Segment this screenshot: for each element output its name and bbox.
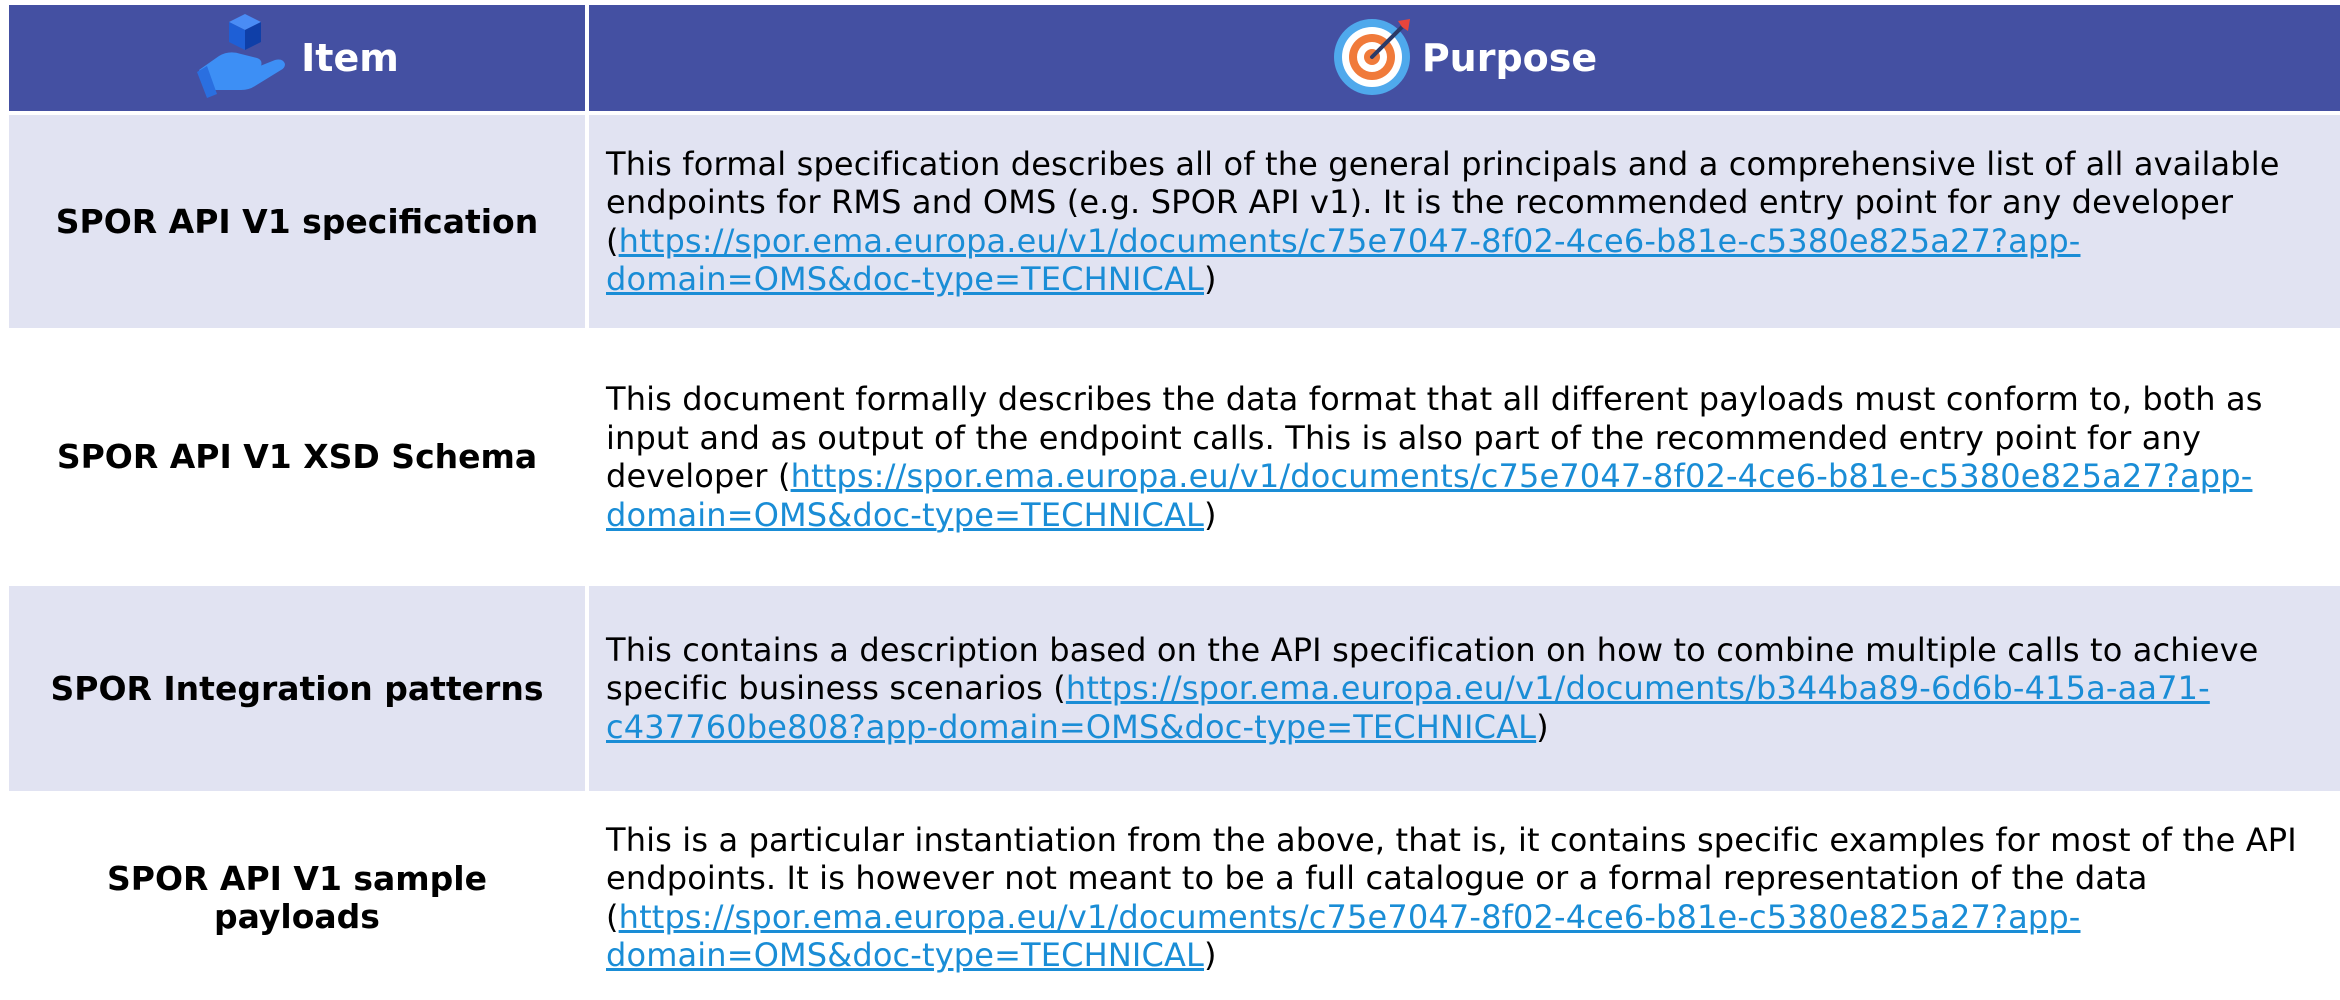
column-divider	[585, 332, 589, 582]
link-close-paren: )	[1204, 260, 1217, 298]
purpose-text: This formal specification describes all …	[606, 145, 2331, 299]
column-divider	[585, 795, 589, 1000]
purpose-cell: This document formally describes the dat…	[606, 332, 2331, 582]
table-row: SPOR API V1 specification This formal sp…	[9, 115, 2340, 328]
table-header: Item Purpose	[9, 5, 2340, 111]
purpose-description: This formal specification describes all …	[606, 144, 2280, 222]
purpose-description: This is a particular instantiation from …	[606, 820, 2297, 898]
column-divider	[585, 115, 589, 328]
document-link[interactable]: https://spor.ema.europa.eu/v1/documents/…	[606, 457, 2252, 534]
purpose-cell: This formal specification describes all …	[606, 115, 2331, 328]
document-link[interactable]: https://spor.ema.europa.eu/v1/documents/…	[606, 898, 2081, 975]
purpose-text: This contains a description based on the…	[606, 631, 2331, 747]
purpose-text: This document formally describes the dat…	[606, 380, 2331, 534]
hand-holding-cube-icon	[195, 8, 287, 109]
link-close-paren: )	[1536, 707, 1549, 746]
purpose-cell: This contains a description based on the…	[606, 586, 2331, 791]
header-purpose-label: Purpose	[1421, 36, 1598, 80]
link-close-paren: )	[1204, 936, 1217, 974]
item-name: SPOR API V1 specification	[55, 201, 539, 241]
item-name: SPOR Integration patterns	[50, 668, 544, 708]
target-dart-icon	[1332, 11, 1418, 106]
purpose-cell: This is a particular instantiation from …	[606, 795, 2331, 1000]
table-row: SPOR API V1 sample payloads This is a pa…	[9, 795, 2340, 1000]
table-row: SPOR API V1 XSD Schema This document for…	[9, 332, 2340, 582]
header-item-label: Item	[301, 36, 399, 80]
purpose-text: This is a particular instantiation from …	[606, 821, 2331, 975]
link-open-paren: (	[1053, 669, 1066, 708]
link-open-paren: (	[606, 221, 619, 260]
resources-table: Item Purpose SPOR API V1 specification T…	[9, 5, 2340, 1000]
table-row: SPOR Integration patterns This contains …	[9, 586, 2340, 791]
link-close-paren: )	[1204, 495, 1217, 534]
header-purpose-cell: Purpose	[589, 5, 2340, 111]
link-open-paren: (	[777, 457, 791, 495]
document-link[interactable]: https://spor.ema.europa.eu/v1/documents/…	[606, 222, 2081, 299]
item-name: SPOR API V1 sample payloads	[107, 858, 487, 936]
column-divider	[585, 586, 589, 791]
header-item-cell: Item	[9, 5, 585, 111]
link-open-paren: (	[606, 897, 619, 936]
item-name: SPOR API V1 XSD Schema	[56, 437, 538, 476]
